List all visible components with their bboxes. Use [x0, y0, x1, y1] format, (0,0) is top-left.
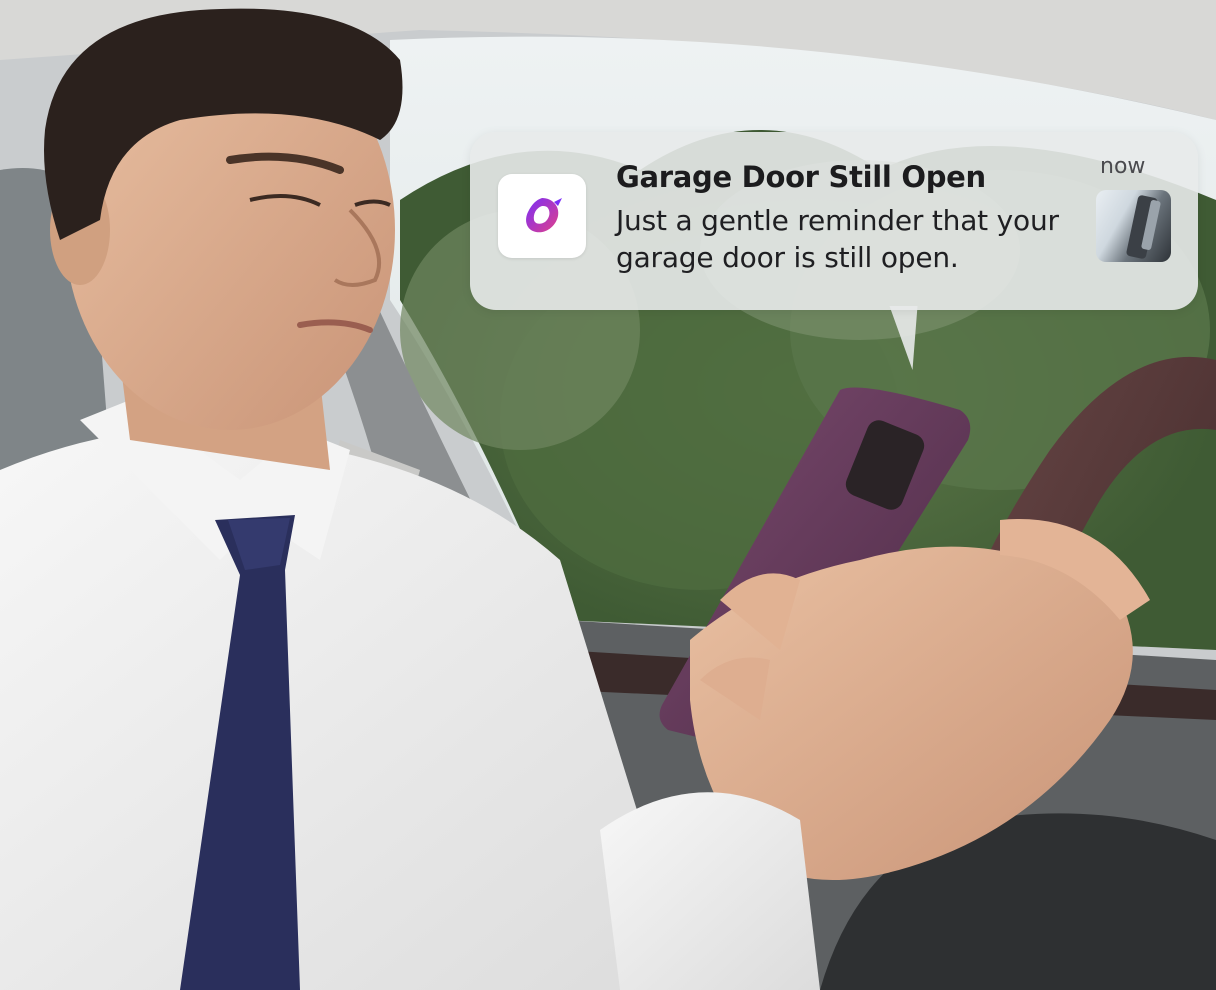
notification-body: Just a gentle reminder that your garage …: [616, 204, 1059, 274]
notification-banner[interactable]: Garage Door Still Open Just a gentle rem…: [470, 132, 1198, 310]
app-icon: [498, 174, 586, 258]
garage-door-thumbnail: [1096, 190, 1171, 262]
notification-time: now: [1100, 154, 1146, 179]
bird-logo-icon: [526, 198, 562, 233]
notification-title: Garage Door Still Open: [616, 160, 986, 194]
